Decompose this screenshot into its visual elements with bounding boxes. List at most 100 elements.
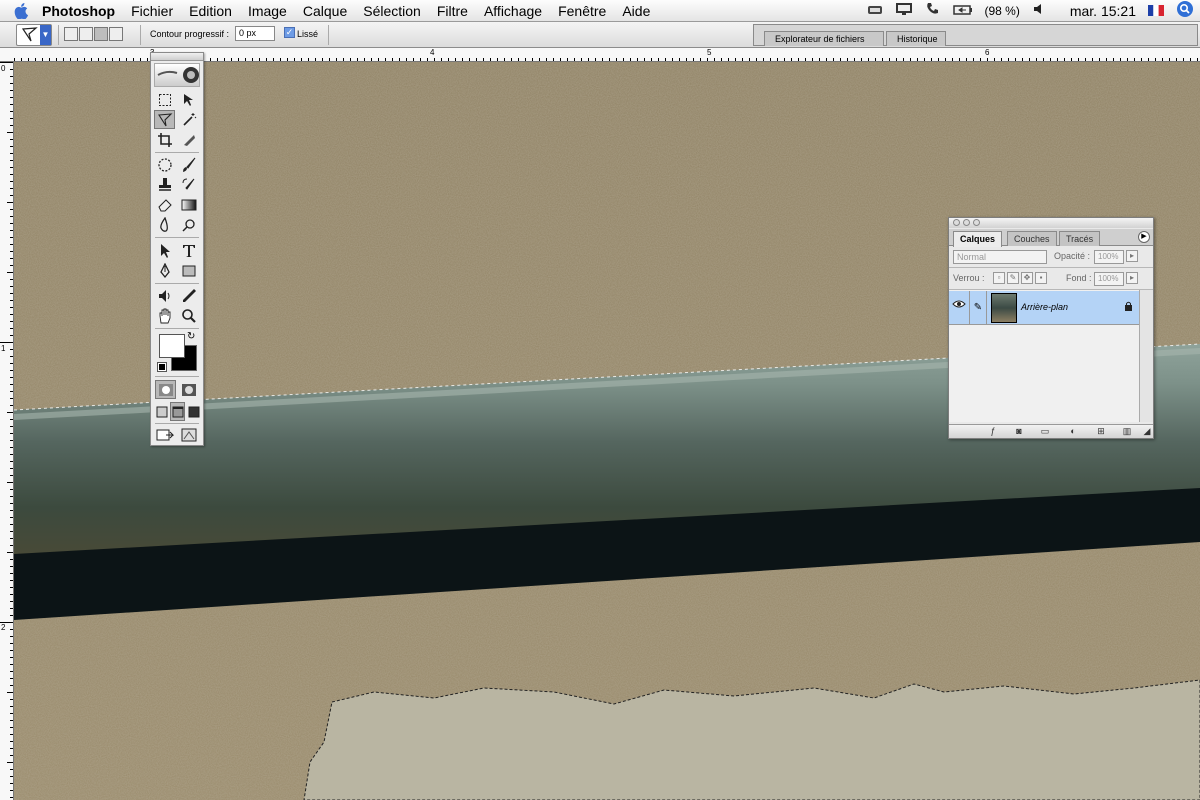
eraser-tool[interactable] xyxy=(154,195,175,214)
jump-to-imageready-button[interactable] xyxy=(154,425,175,444)
move-tool[interactable] xyxy=(178,90,199,109)
layer-list-scrollbar[interactable] xyxy=(1139,290,1153,422)
antialias-checkbox[interactable]: ✓ xyxy=(284,27,295,38)
history-brush-tool[interactable] xyxy=(178,175,199,194)
menu-fichier[interactable]: Fichier xyxy=(123,0,181,22)
tab-calques[interactable]: Calques xyxy=(953,231,1003,247)
default-colors-icon[interactable] xyxy=(157,362,167,372)
swap-colors-icon[interactable]: ↻ xyxy=(187,332,197,342)
fill-input[interactable]: 100% xyxy=(1094,272,1124,286)
ruler-tick xyxy=(462,58,463,61)
ruler-tick xyxy=(10,461,13,462)
pen-tool[interactable] xyxy=(154,261,175,280)
menu-fenetre[interactable]: Fenêtre xyxy=(550,0,614,22)
lock-all-icon[interactable]: ▪ xyxy=(1035,272,1047,284)
zoom-tool[interactable] xyxy=(178,306,199,325)
zoom-icon[interactable] xyxy=(973,219,980,226)
opacity-input[interactable]: 100% xyxy=(1094,250,1124,264)
crop-tool[interactable] xyxy=(154,130,175,149)
minimize-icon[interactable] xyxy=(963,219,970,226)
screen-mode-standard-button[interactable] xyxy=(154,402,169,421)
imageready-preview-button[interactable] xyxy=(178,425,199,444)
ruler-tick xyxy=(812,58,813,61)
close-icon[interactable] xyxy=(953,219,960,226)
palette-menu-icon[interactable]: ▶ xyxy=(1138,231,1150,243)
eyedropper-tool[interactable] xyxy=(178,286,199,305)
menu-image[interactable]: Image xyxy=(240,0,295,22)
subtract-selection-button[interactable] xyxy=(94,27,108,41)
flag-fr-icon[interactable] xyxy=(1148,3,1164,19)
ruler-tick xyxy=(105,58,106,61)
marquee-tool[interactable] xyxy=(154,90,175,109)
chevron-down-icon[interactable]: ▼ xyxy=(40,25,51,45)
fill-slider-arrow[interactable]: ▸ xyxy=(1126,272,1138,284)
apple-menu[interactable] xyxy=(0,2,42,19)
display-icon[interactable] xyxy=(867,3,883,19)
menu-affichage[interactable]: Affichage xyxy=(476,0,550,22)
lock-transparency-button[interactable]: ▫ xyxy=(993,272,1005,284)
lock-position-icon[interactable]: ✥ xyxy=(1021,272,1033,284)
eye-icon[interactable] xyxy=(951,299,967,315)
menu-app-name[interactable]: Photoshop xyxy=(42,0,123,22)
resize-grip-icon[interactable]: ◢ xyxy=(1141,426,1153,437)
tool-preset-picker[interactable]: ▼ xyxy=(16,24,52,46)
new-layer-icon[interactable]: ⊞ xyxy=(1095,426,1107,437)
menu-filtre[interactable]: Filtre xyxy=(429,0,476,22)
tab-file-browser[interactable]: Explorateur de fichiers xyxy=(764,31,884,46)
menu-calque[interactable]: Calque xyxy=(295,0,355,22)
ruler-tick xyxy=(735,58,736,61)
lasso-tool[interactable] xyxy=(154,110,175,129)
foreground-color-swatch[interactable] xyxy=(159,334,185,358)
standard-mode-button[interactable] xyxy=(155,380,176,399)
monitor-icon[interactable] xyxy=(895,2,913,19)
tab-history[interactable]: Historique xyxy=(886,31,946,46)
trash-icon[interactable]: ▥ xyxy=(1121,426,1133,437)
type-tool[interactable] xyxy=(178,241,199,260)
ruler-tick xyxy=(1141,58,1142,61)
phone-icon[interactable] xyxy=(925,1,941,20)
notes-tool[interactable] xyxy=(154,286,175,305)
menu-edition[interactable]: Edition xyxy=(181,0,240,22)
screen-mode-menu-button[interactable] xyxy=(170,402,185,421)
dodge-tool[interactable] xyxy=(178,215,199,234)
new-selection-button[interactable] xyxy=(64,27,78,41)
blur-tool[interactable] xyxy=(154,215,175,234)
volume-icon[interactable] xyxy=(1032,2,1046,19)
path-selection-tool[interactable] xyxy=(154,241,175,260)
lock-pixels-icon[interactable]: ✎ xyxy=(1007,272,1019,284)
menu-clock[interactable]: mar. 15:21 xyxy=(1070,3,1136,19)
layer-name[interactable]: Arrière-plan xyxy=(1021,302,1068,312)
intersect-selection-button[interactable] xyxy=(109,27,123,41)
shape-tool[interactable] xyxy=(178,261,199,280)
spotlight-icon[interactable] xyxy=(1176,0,1194,21)
layer-row[interactable]: ✎ Arrière-plan xyxy=(949,291,1139,325)
feather-input[interactable]: 0 px xyxy=(235,26,275,41)
add-selection-button[interactable] xyxy=(79,27,93,41)
new-group-icon[interactable]: ▭ xyxy=(1039,426,1051,437)
brush-tool[interactable] xyxy=(178,155,199,174)
palette-titlebar[interactable] xyxy=(949,218,1153,228)
layer-mask-icon[interactable]: ◙ xyxy=(1013,426,1025,437)
toolbox-titlebar[interactable] xyxy=(151,53,203,61)
quick-mask-button[interactable] xyxy=(178,380,199,399)
magic-wand-tool[interactable] xyxy=(178,110,199,129)
slice-tool[interactable] xyxy=(178,130,199,149)
healing-brush-tool[interactable] xyxy=(154,155,175,174)
battery-icon[interactable] xyxy=(952,3,973,19)
adjustment-layer-icon[interactable]: ◐ xyxy=(1067,426,1079,437)
menu-selection[interactable]: Sélection xyxy=(355,0,429,22)
ruler-tick xyxy=(91,58,92,61)
screen-mode-full-button[interactable] xyxy=(186,402,201,421)
hand-tool[interactable] xyxy=(154,306,175,325)
clone-stamp-tool[interactable] xyxy=(154,175,175,194)
brush-icon[interactable]: ✎ xyxy=(969,291,987,325)
ruler-tick xyxy=(10,195,13,196)
menu-aide[interactable]: Aide xyxy=(614,0,658,22)
opacity-slider-arrow[interactable]: ▸ xyxy=(1126,250,1138,262)
photoshop-logo-icon[interactable] xyxy=(154,63,200,87)
layer-style-icon[interactable]: ƒ xyxy=(987,426,999,437)
blend-mode-select[interactable]: Normal xyxy=(953,250,1047,264)
gradient-tool[interactable] xyxy=(178,195,199,214)
tab-couches[interactable]: Couches xyxy=(1007,231,1057,246)
tab-traces[interactable]: Tracés xyxy=(1059,231,1101,246)
